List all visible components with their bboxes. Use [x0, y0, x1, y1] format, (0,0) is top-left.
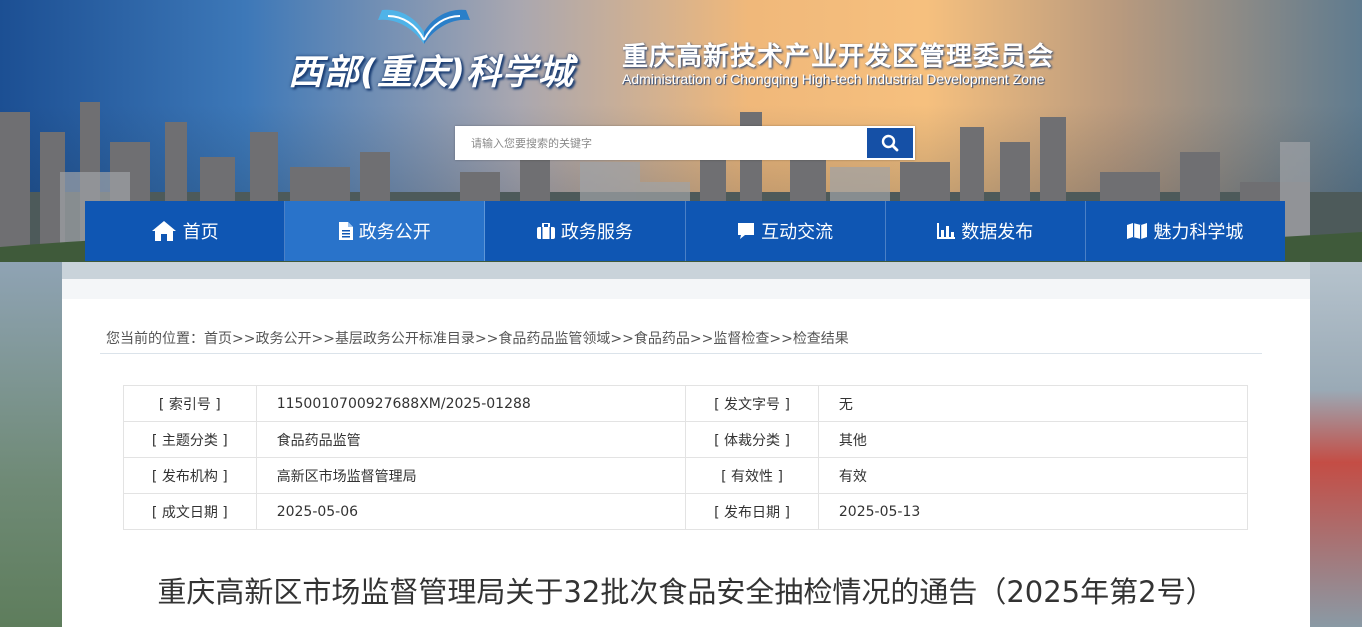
breadcrumb-separator: >> — [610, 331, 634, 347]
map-icon — [1127, 223, 1148, 239]
home-icon — [151, 220, 177, 242]
document-icon — [338, 222, 353, 240]
nav-item-charm-science-city[interactable]: 魅力科学城 — [1086, 201, 1285, 261]
nav-item-label: 首页 — [182, 222, 219, 243]
nav-item-label: 魅力科学城 — [1153, 222, 1244, 243]
logo-text: 西部(重庆)科学城 — [288, 53, 574, 93]
breadcrumb-link-results[interactable]: 检查结果 — [793, 331, 849, 347]
meta-label-publish-date: [ 发布日期 ] — [685, 493, 819, 530]
breadcrumb-separator: >> — [232, 331, 256, 347]
breadcrumb-separator: >> — [311, 331, 335, 347]
document-metadata-table: [ 索引号 ] 1150010700927688XM/2025-01288 [ … — [123, 385, 1249, 530]
breadcrumb-separator: >> — [689, 331, 714, 347]
meta-value-publish-date: 2025-05-13 — [817, 493, 1249, 530]
breadcrumb-link-food-drug[interactable]: 食品药品 — [634, 331, 690, 347]
meta-value-doc-number: 无 — [817, 385, 1249, 422]
nav-item-home[interactable]: 首页 — [85, 201, 286, 261]
meta-value-publisher: 高新区市场监督管理局 — [255, 457, 687, 494]
nav-item-gov-services[interactable]: 政务服务 — [485, 201, 686, 261]
book-logo-icon — [378, 9, 470, 44]
bar-chart-icon — [937, 223, 956, 239]
chat-icon — [737, 222, 755, 240]
meta-value-written-date: 2025-05-06 — [255, 493, 687, 530]
meta-label-publisher: [ 发布机构 ] — [123, 457, 257, 494]
nav-item-label: 数据发布 — [961, 222, 1034, 243]
table-row: [ 成文日期 ] 2025-05-06 [ 发布日期 ] 2025-05-13 — [123, 493, 1249, 530]
meta-label-genre: [ 体裁分类 ] — [685, 421, 819, 458]
search-icon — [881, 134, 899, 152]
nav-item-label: 政务服务 — [560, 222, 633, 243]
panel-top-strip — [62, 279, 1310, 299]
search-bar — [455, 126, 915, 160]
breadcrumb-link-supervision[interactable]: 监督检查 — [713, 331, 769, 347]
nav-item-data-release[interactable]: 数据发布 — [886, 201, 1086, 261]
meta-label-written-date: [ 成文日期 ] — [123, 493, 257, 530]
breadcrumb-link-standard-catalog[interactable]: 基层政务公开标准目录 — [335, 331, 475, 347]
breadcrumb-prefix: 您当前的位置： — [106, 331, 204, 347]
meta-label-index: [ 索引号 ] — [123, 385, 257, 422]
nav-item-label: 政务公开 — [358, 222, 431, 243]
breadcrumb-separator: >> — [474, 331, 499, 347]
meta-value-index: 1150010700927688XM/2025-01288 — [255, 385, 687, 422]
breadcrumb: 您当前的位置：首页>>政务公开>>基层政务公开标准目录>>食品药品监管领域>>食… — [106, 328, 849, 348]
search-button[interactable] — [867, 128, 913, 158]
briefcase-icon — [536, 223, 555, 239]
meta-value-validity: 有效 — [817, 457, 1249, 494]
header-banner: 西部(重庆)科学城 重庆高新技术产业开发区管理委员会 Administratio… — [0, 0, 1362, 262]
meta-label-doc-number: [ 发文字号 ] — [685, 385, 819, 422]
table-row: [ 索引号 ] 1150010700927688XM/2025-01288 [ … — [123, 385, 1249, 422]
background-image-right — [1310, 262, 1362, 627]
article-title: 重庆高新区市场监督管理局关于32批次食品安全抽检情况的通告（2025年第2号） — [157, 575, 1215, 609]
nav-item-gov-affairs-open[interactable]: 政务公开 — [285, 201, 486, 261]
breadcrumb-link-food-drug-field[interactable]: 食品药品监管领域 — [498, 331, 610, 347]
meta-label-topic: [ 主题分类 ] — [123, 421, 257, 458]
main-nav: 首页 政务公开 政务服务 互动交流 数据发布 魅力科学城 — [85, 201, 1285, 261]
breadcrumb-link-home[interactable]: 首页 — [204, 331, 232, 347]
nav-item-interaction[interactable]: 互动交流 — [686, 201, 886, 261]
content-panel: 您当前的位置：首页>>政务公开>>基层政务公开标准目录>>食品药品监管领域>>食… — [62, 279, 1310, 627]
breadcrumb-link-gov-affairs-open[interactable]: 政务公开 — [255, 331, 311, 347]
agency-name-cn: 重庆高新技术产业开发区管理委员会 — [622, 42, 1055, 72]
meta-value-genre: 其他 — [817, 421, 1249, 458]
breadcrumb-separator: >> — [769, 331, 793, 347]
search-input[interactable] — [457, 128, 865, 158]
breadcrumb-divider — [100, 353, 1262, 354]
agency-name-en: Administration of Chongqing High-tech In… — [622, 71, 1045, 87]
meta-value-topic: 食品药品监管 — [255, 421, 687, 458]
nav-item-label: 互动交流 — [761, 222, 834, 243]
background-image-left — [0, 262, 62, 627]
meta-label-validity: [ 有效性 ] — [685, 457, 819, 494]
table-row: [ 发布机构 ] 高新区市场监督管理局 [ 有效性 ] 有效 — [123, 457, 1249, 494]
table-row: [ 主题分类 ] 食品药品监管 [ 体裁分类 ] 其他 — [123, 421, 1249, 458]
